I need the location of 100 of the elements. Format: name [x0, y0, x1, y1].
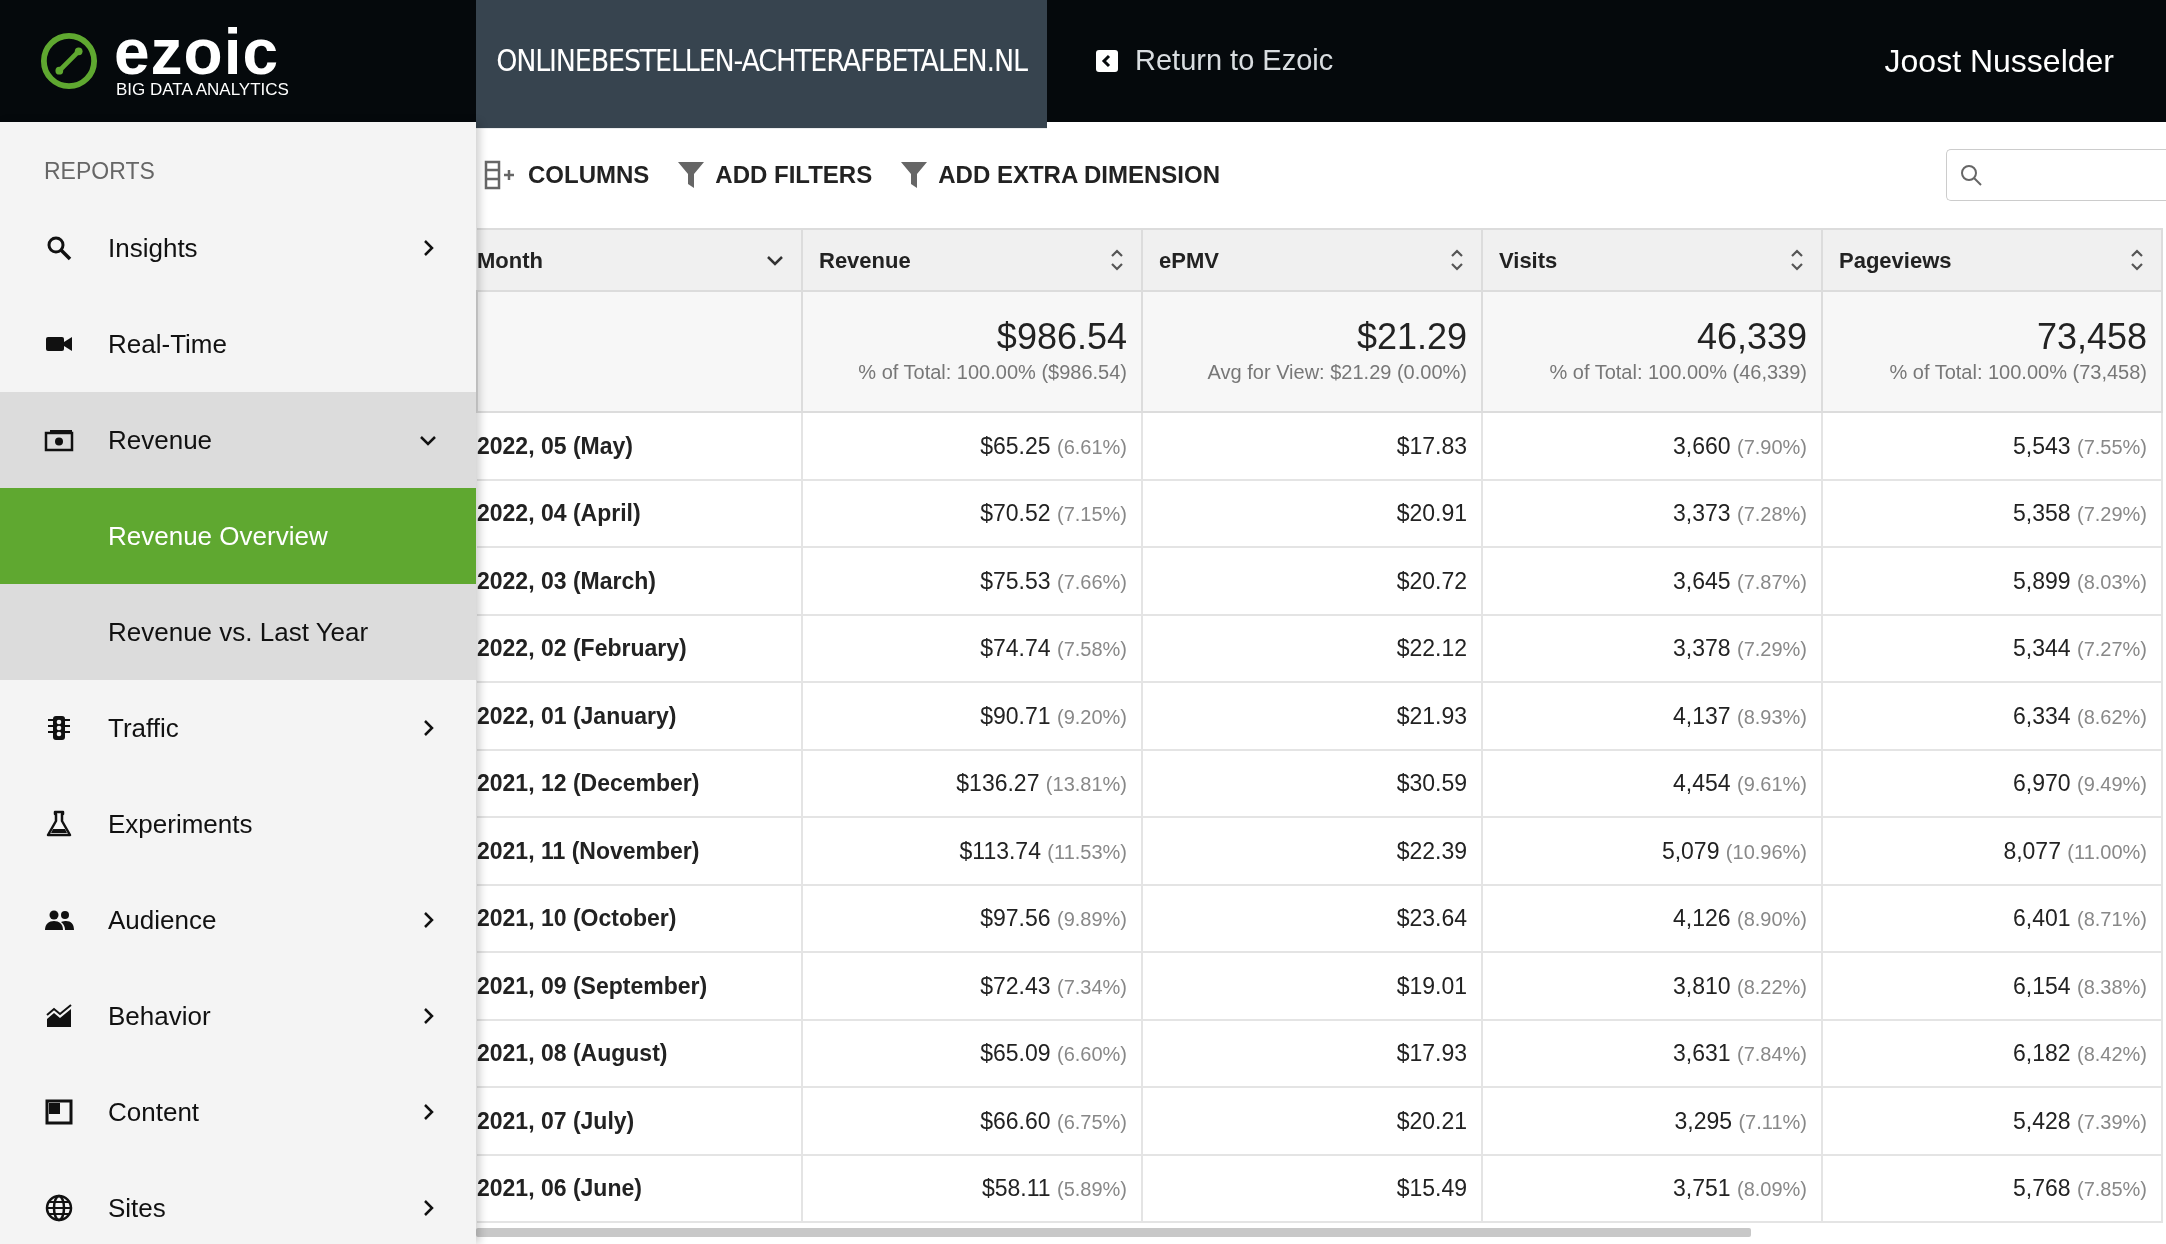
cell-value: 3,378 [1673, 635, 1731, 661]
cell-value: 5,344 [2013, 635, 2071, 661]
cell-share: (7.39%) [2076, 1110, 2147, 1133]
cell-share: (9.49%) [2076, 773, 2147, 795]
sidebar-item[interactable]: Revenue [0, 392, 476, 488]
sidebar-item[interactable]: Sites [0, 1160, 476, 1244]
cell-value: $17.83 [1396, 432, 1467, 459]
layout-icon [44, 1097, 74, 1127]
cell-value: 5,543 [2013, 432, 2071, 459]
cell-value: 6,334 [2013, 702, 2071, 729]
month-cell: 2022, 04 (April) [477, 500, 641, 526]
total-note: % of Total: 100.00% ($986.54) [858, 360, 1127, 386]
month-cell: 2022, 01 (January) [477, 702, 677, 729]
cell-value: $17.93 [1396, 1040, 1467, 1066]
cell-share: (6.61%) [1056, 435, 1127, 458]
sidebar-item[interactable]: Traffic [0, 680, 476, 776]
sidebar-item[interactable]: Insights [0, 200, 476, 296]
cell-value: $22.12 [1396, 635, 1467, 661]
cell-value: $20.91 [1396, 500, 1467, 526]
sidebar-item[interactable]: Experiments [0, 776, 476, 872]
sort-icon [2129, 247, 2145, 273]
cell-share: (7.90%) [1736, 435, 1807, 458]
cell-share: (8.62%) [2076, 705, 2147, 728]
cell-share: (7.87%) [1736, 570, 1807, 593]
logo-wordmark: ezoic [114, 23, 280, 82]
month-cell: 2022, 05 (May) [477, 432, 633, 459]
month-cell: 2021, 09 (September) [477, 972, 708, 999]
cell-share: (7.55%) [2076, 435, 2147, 458]
cell-value: $58.11 [981, 1175, 1051, 1201]
sort-icon [1109, 247, 1125, 273]
cell-value: 3,645 [1673, 567, 1731, 594]
cell-value: 3,295 [1674, 1107, 1733, 1134]
sort-icon [1449, 247, 1465, 273]
cell-value: 5,768 [2013, 1175, 2071, 1201]
cell-share: (6.75%) [1056, 1110, 1127, 1133]
logo-tagline: BIG DATA ANALYTICS [116, 81, 289, 99]
cell-share: (8.71%) [2076, 908, 2147, 930]
cell-value: 5,358 [2013, 500, 2071, 526]
cell-share: (13.81%) [1045, 773, 1127, 795]
cell-value: $136.27 [956, 770, 1040, 796]
cell-share: (7.27%) [2076, 638, 2147, 660]
cell-share: (7.28%) [1736, 503, 1807, 525]
cell-value: 3,660 [1673, 432, 1731, 459]
site-name: ONLINEBESTELLEN-ACHTERAFBETALEN.NL [476, 0, 1047, 129]
cell-share: (9.89%) [1056, 908, 1127, 930]
cell-value: 6,401 [2013, 905, 2071, 931]
cell-share: (5.89%) [1056, 1178, 1127, 1200]
month-cell: 2022, 02 (February) [477, 635, 687, 661]
sidebar-item[interactable]: Content [0, 1064, 476, 1160]
sidebar-item[interactable]: Audience [0, 872, 476, 968]
horizontal-scrollbar[interactable] [476, 1228, 1751, 1237]
user-name[interactable]: Joost Nusselder [1884, 0, 2114, 122]
cell-share: (9.20%) [1056, 705, 1127, 728]
logo-icon [40, 32, 98, 90]
toolbar-button[interactable]: ADD EXTRA DIMENSION [900, 157, 1220, 193]
return-link[interactable]: Return to Ezoic [1095, 0, 1334, 122]
cell-share: (8.93%) [1736, 705, 1807, 728]
total-note: % of Total: 100.00% (46,339) [1549, 360, 1807, 386]
cell-value: 4,137 [1673, 702, 1731, 729]
cell-value: $72.43 [980, 972, 1051, 999]
cell-value: 5,899 [2013, 567, 2071, 594]
toolbar-button[interactable]: ADD FILTERS [677, 157, 873, 193]
cell-share: (8.38%) [2076, 975, 2147, 998]
sidebar-subitem[interactable]: Revenue vs. Last Year [0, 584, 476, 680]
total-note: % of Total: 100.00% (73,458) [1889, 360, 2147, 386]
month-cell: 2021, 08 (August) [477, 1040, 668, 1066]
sort-icon [1789, 247, 1805, 273]
cell-value: $19.01 [1396, 972, 1467, 999]
cell-value: $90.71 [980, 702, 1051, 729]
total-value: 73,458 [2036, 315, 2147, 358]
total-value: $21.29 [1356, 315, 1467, 358]
cell-share: (7.58%) [1056, 638, 1127, 660]
month-cell: 2022, 03 (March) [477, 567, 656, 594]
cell-share: (8.09%) [1736, 1178, 1807, 1200]
cell-value: $22.39 [1396, 837, 1467, 864]
cell-share: (7.85%) [2076, 1178, 2147, 1200]
cell-value: 3,373 [1673, 500, 1731, 526]
sidebar-item[interactable]: Behavior [0, 968, 476, 1064]
month-cell: 2021, 07 (July) [477, 1107, 635, 1134]
month-cell: 2021, 11 (November) [477, 837, 700, 864]
total-value: 46,339 [1696, 315, 1807, 358]
cell-share: (7.34%) [1056, 975, 1127, 998]
total-value: $986.54 [996, 315, 1127, 358]
cell-share: (8.90%) [1736, 908, 1807, 930]
cell-value: $65.09 [980, 1040, 1051, 1066]
cell-value: 4,126 [1673, 905, 1731, 931]
month-cell: 2021, 12 (December) [477, 770, 700, 796]
cell-share: (7.11%) [1738, 1110, 1807, 1133]
sidebar-item[interactable]: Real-Time [0, 296, 476, 392]
cell-share: (7.66%) [1056, 570, 1127, 593]
toolbar-button[interactable]: COLUMNS [484, 157, 650, 193]
back-icon [1095, 49, 1119, 73]
cell-value: $65.25 [980, 432, 1051, 459]
search-field[interactable] [1946, 149, 2166, 201]
cell-value: $97.56 [980, 905, 1051, 931]
cell-share: (7.29%) [2076, 503, 2147, 525]
cell-value: $30.59 [1396, 770, 1467, 796]
cell-value: $21.93 [1396, 702, 1467, 729]
cell-value: 3,631 [1673, 1040, 1731, 1066]
cell-share: (8.22%) [1736, 975, 1807, 998]
